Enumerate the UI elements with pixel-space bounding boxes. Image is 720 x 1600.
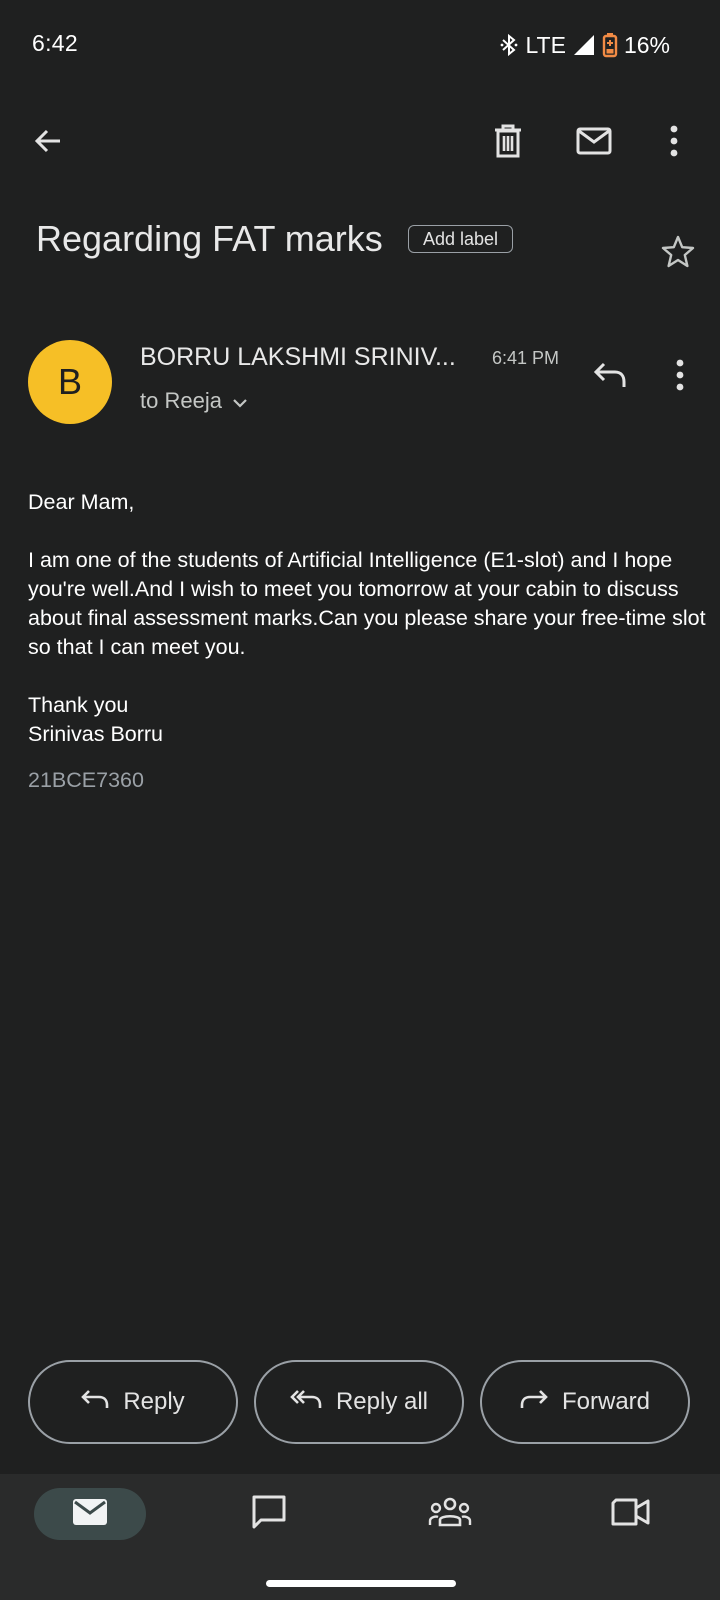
top-toolbar xyxy=(0,110,720,176)
star-button[interactable] xyxy=(656,232,700,276)
reply-button[interactable]: Reply xyxy=(28,1360,238,1444)
mail-icon xyxy=(576,127,612,160)
sender-name[interactable]: BORRU LAKSHMI SRINIV... xyxy=(140,343,456,372)
body-closing: Thank you xyxy=(28,693,129,717)
mail-icon xyxy=(72,1498,108,1531)
email-body: Dear Mam, I am one of the students of Ar… xyxy=(28,488,708,749)
reply-icon xyxy=(81,1388,109,1417)
mark-unread-button[interactable] xyxy=(564,110,624,176)
video-camera-icon xyxy=(611,1497,651,1532)
email-subject: Regarding FAT marks xyxy=(36,218,383,259)
body-greeting: Dear Mam, xyxy=(28,490,135,514)
reply-all-icon xyxy=(290,1388,322,1417)
nav-meet[interactable] xyxy=(575,1488,687,1540)
forward-icon xyxy=(520,1388,548,1417)
more-vert-icon xyxy=(670,125,678,162)
battery-icon xyxy=(602,32,618,58)
subject-row: Regarding FAT marks Add label xyxy=(36,212,695,272)
email-time: 6:41 PM xyxy=(492,348,560,368)
bluetooth-icon xyxy=(499,33,519,57)
trash-icon xyxy=(493,124,523,163)
gmail-email-view: 6:42 LTE 16% Regarding FAT marks Add lab… xyxy=(0,0,720,1600)
nav-chat[interactable] xyxy=(213,1488,325,1540)
chat-icon xyxy=(251,1494,287,1535)
people-icon xyxy=(428,1496,472,1533)
message-reply-button[interactable] xyxy=(582,352,638,402)
network-type: LTE xyxy=(525,31,566,58)
reply-icon xyxy=(593,360,627,395)
reply-actions: Reply Reply all Forward xyxy=(28,1360,692,1446)
reply-label: Reply xyxy=(123,1388,185,1415)
recipients-toggle[interactable]: to Reeja xyxy=(140,388,248,414)
reply-all-label: Reply all xyxy=(335,1388,429,1415)
forward-label: Forward xyxy=(561,1388,651,1415)
message-more-button[interactable] xyxy=(658,352,702,402)
home-indicator[interactable] xyxy=(266,1580,456,1587)
battery-percent: 16% xyxy=(623,31,670,58)
body-name: Srinivas Borru xyxy=(28,722,164,746)
add-label-button[interactable]: Add label xyxy=(408,225,514,253)
status-icons: LTE 16% xyxy=(499,30,670,60)
status-time: 6:42 xyxy=(32,30,78,56)
chevron-down-icon xyxy=(232,388,248,414)
recipients-label: to Reeja xyxy=(140,388,222,413)
body-paragraph: I am one of the students of Artificial I… xyxy=(28,548,706,659)
back-button[interactable] xyxy=(18,110,78,176)
forward-button[interactable]: Forward xyxy=(480,1360,690,1444)
reply-all-button[interactable]: Reply all xyxy=(254,1360,464,1444)
nav-spaces[interactable] xyxy=(394,1488,506,1540)
status-bar: 6:42 LTE 16% xyxy=(0,0,720,88)
avatar[interactable]: B xyxy=(28,340,112,424)
more-vert-icon xyxy=(676,359,684,396)
delete-button[interactable] xyxy=(478,110,538,176)
more-options-button[interactable] xyxy=(644,110,704,176)
arrow-back-icon xyxy=(32,125,64,162)
nav-mail[interactable] xyxy=(34,1488,146,1540)
signal-icon xyxy=(572,33,596,57)
email-signature: 21BCE7360 xyxy=(28,768,144,792)
star-outline-icon xyxy=(660,234,696,275)
